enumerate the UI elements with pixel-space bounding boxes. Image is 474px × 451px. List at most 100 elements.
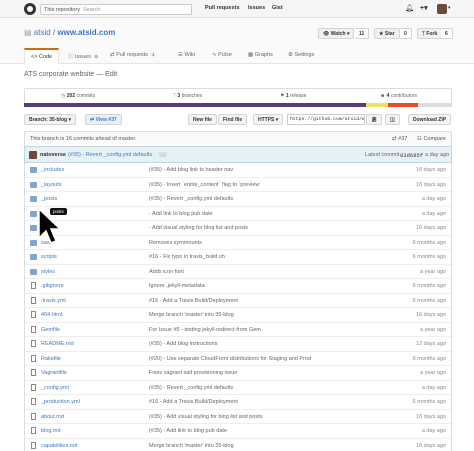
- file-name-link[interactable]: README.md: [41, 341, 74, 347]
- pull-request-link[interactable]: ⇄ #37: [392, 136, 407, 142]
- file-row[interactable]: _config.yml (#35) - Revert _config.yml de…: [25, 381, 451, 395]
- plus-icon[interactable]: +▾: [420, 4, 428, 12]
- tab-issues[interactable]: ⓘ Issues 9: [62, 48, 105, 64]
- new-file-button[interactable]: New file: [188, 114, 217, 125]
- branches-link[interactable]: ᛉ 3 branches: [173, 93, 202, 99]
- file-name-link[interactable]: _production.yml: [41, 399, 80, 405]
- file-commit-message[interactable]: For Issue #5 - testing jekyll-redirect-f…: [149, 327, 261, 333]
- file-commit-message[interactable]: (#35) - Add visual styling for blog list…: [149, 414, 262, 420]
- file-row[interactable]: scripts #16 - Fix typo in travis_build.sh…: [25, 250, 451, 265]
- releases-link[interactable]: ⚑ 1 release: [280, 93, 306, 99]
- nav-issues[interactable]: Issues: [248, 5, 265, 11]
- tab-code[interactable]: <> Code: [24, 48, 60, 64]
- file-commit-message[interactable]: #16 - Add a Travis Build/Deployment: [149, 298, 238, 304]
- star-count[interactable]: 0: [400, 28, 412, 39]
- file-name-link[interactable]: _includes: [41, 167, 64, 173]
- bell-icon[interactable]: 🔔︎: [405, 4, 414, 12]
- branch-select[interactable]: Branch: 35-blog ▾: [24, 114, 76, 125]
- file-commit-message[interactable]: Merge branch 'master' into 35-blog: [149, 443, 234, 449]
- file-commit-message[interactable]: (#20) - Use separate CloudFront distribu…: [149, 356, 311, 362]
- file-row[interactable]: about.md (#35) - Add visual styling for b…: [25, 410, 451, 424]
- file-name-link[interactable]: capabilities.md: [41, 443, 77, 449]
- file-commit-message[interactable]: #16 - Add a Travis Build/Deployment: [149, 399, 238, 405]
- search-input[interactable]: Search: [80, 4, 192, 15]
- chevron-down-icon[interactable]: ▾: [448, 5, 451, 11]
- file-name-link[interactable]: scripts: [41, 254, 57, 260]
- watch-button[interactable]: 👁︎ Watch ▾: [318, 28, 355, 39]
- file-name-link[interactable]: .travis.yml: [41, 298, 66, 304]
- file-row[interactable]: _includes (#35) - Add blog link to header…: [25, 163, 451, 178]
- file-row[interactable]: - Add link to blog pub date a day ago: [25, 207, 451, 221]
- file-row[interactable]: _production.yml #16 - Add a Travis Build/…: [25, 395, 451, 410]
- file-name-link[interactable]: _posts: [41, 196, 57, 202]
- file-commit-message[interactable]: (#35) - Revert _config.yml defaults: [149, 385, 233, 391]
- file-row[interactable]: Rakefile (#20) - Use separate CloudFront …: [25, 352, 451, 366]
- repo-name-link[interactable]: www.atsid.com: [57, 28, 115, 37]
- file-row[interactable]: styles Adds icon font a year ago: [25, 265, 451, 279]
- file-row[interactable]: blog.md (#35) - Add link to blog pub date…: [25, 424, 451, 439]
- nav-gist[interactable]: Gist: [272, 5, 283, 11]
- file-name-link[interactable]: _layouts: [41, 182, 62, 188]
- clone-url-input[interactable]: https://github.com/atsid/w: [287, 114, 365, 125]
- avatar[interactable]: [437, 4, 447, 14]
- view-pr-button[interactable]: ⇄ View #37: [85, 114, 122, 125]
- file-commit-message[interactable]: Merge branch 'master' into 35-blog: [149, 312, 234, 318]
- clone-protocol-select[interactable]: HTTPS ▾: [253, 114, 284, 125]
- file-row[interactable]: _posts (#35) - Revert _config.yml default…: [25, 192, 451, 207]
- language-bar[interactable]: [24, 103, 452, 107]
- file-commit-message[interactable]: (#35) - Revert _config.yml defaults: [149, 196, 233, 202]
- file-commit-message[interactable]: (#35) - Add link to blog pub date: [149, 428, 227, 434]
- file-name-link[interactable]: Gemfile: [41, 327, 60, 333]
- tab-pulse[interactable]: ∿ Pulse: [206, 48, 238, 64]
- watch-count[interactable]: 11: [355, 28, 370, 39]
- file-name-link[interactable]: about.md: [41, 414, 64, 420]
- find-file-button[interactable]: Find file: [218, 114, 248, 125]
- fork-button[interactable]: ᛉ Fork: [417, 28, 443, 39]
- file-name-link[interactable]: 404.html: [41, 312, 62, 318]
- star-button[interactable]: ★ Star: [374, 28, 400, 39]
- tab-wiki[interactable]: ☰ Wiki: [172, 48, 201, 64]
- file-commit-message[interactable]: (#35) - Invert `entire_content` flag to …: [149, 182, 261, 188]
- repo-owner-link[interactable]: atsid: [34, 28, 51, 37]
- commit-message[interactable]: (#35) - Revert _config.yml defaults: [68, 152, 152, 158]
- contributors-link[interactable]: ☻ 4 contributors: [380, 93, 417, 99]
- tab-settings[interactable]: ⚙ Settings: [282, 48, 320, 64]
- github-logo-icon[interactable]: [24, 3, 36, 15]
- file-commit-message[interactable]: Adds icon font: [149, 269, 184, 275]
- file-row[interactable]: 404.html Merge branch 'master' into 35-bl…: [25, 308, 451, 323]
- commit-sha[interactable]: 83d685f: [400, 152, 423, 159]
- file-commit-message[interactable]: - Add link to blog pub date: [149, 211, 213, 217]
- file-commit-message[interactable]: Ignore .jekyll-metadata: [149, 283, 205, 289]
- download-zip-button[interactable]: Download ZIP: [408, 114, 452, 125]
- file-row[interactable]: .travis.yml #16 - Add a Travis Build/Depl…: [25, 294, 451, 308]
- file-row[interactable]: Gemfile For Issue #5 - testing jekyll-red…: [25, 323, 451, 337]
- file-name-link[interactable]: Vagrantfile: [41, 370, 67, 376]
- file-name-link[interactable]: Rakefile: [41, 356, 61, 362]
- tab-pull-requests[interactable]: ⇄ Pull requests 1: [104, 48, 162, 64]
- file-commit-message[interactable]: Removes symmounts: [149, 240, 202, 246]
- file-commit-message[interactable]: (#35) - Add blog link to header nav: [149, 167, 233, 173]
- desktop-clone-icon[interactable]: ◫: [385, 114, 400, 125]
- file-row[interactable]: .gitignore Ignore .jekyll-metadata 6 month…: [25, 279, 451, 294]
- nav-pull-requests[interactable]: Pull requests: [205, 5, 240, 11]
- fork-count[interactable]: 6: [441, 28, 453, 39]
- copy-clipboard-icon[interactable]: 📋︎: [366, 114, 383, 125]
- file-name-link[interactable]: .gitignore: [41, 283, 64, 289]
- file-commit-message[interactable]: Fixes vagrant salt provisioning issue: [149, 370, 237, 376]
- tab-graphs[interactable]: ▩ Graphs: [242, 48, 279, 64]
- file-row[interactable]: README.md (#35) - Add blog instructions 12…: [25, 337, 451, 352]
- file-row[interactable]: sass Removes symmounts 6 months ago: [25, 236, 451, 250]
- file-row[interactable]: capabilities.md Merge branch 'master' int…: [25, 439, 451, 451]
- commit-expand-button[interactable]: …: [159, 152, 167, 157]
- file-name-link[interactable]: styles: [41, 269, 55, 275]
- file-name-link[interactable]: blog.md: [41, 428, 61, 434]
- file-row[interactable]: Vagrantfile Fixes vagrant salt provisioni…: [25, 366, 451, 381]
- file-commit-message[interactable]: - Add visual styling for blog list and p…: [149, 225, 248, 231]
- file-row[interactable]: _layouts (#35) - Invert `entire_content` …: [25, 178, 451, 192]
- commit-author[interactable]: natoverse: [40, 152, 66, 158]
- commits-link[interactable]: ◷ 202 commits: [61, 93, 95, 99]
- compare-link[interactable]: ☷ Compare: [417, 136, 446, 142]
- file-commit-message[interactable]: (#35) - Add blog instructions: [149, 341, 217, 347]
- file-row[interactable]: - Add visual styling for blog list and p…: [25, 221, 451, 236]
- file-name-link[interactable]: _config.yml: [41, 385, 69, 391]
